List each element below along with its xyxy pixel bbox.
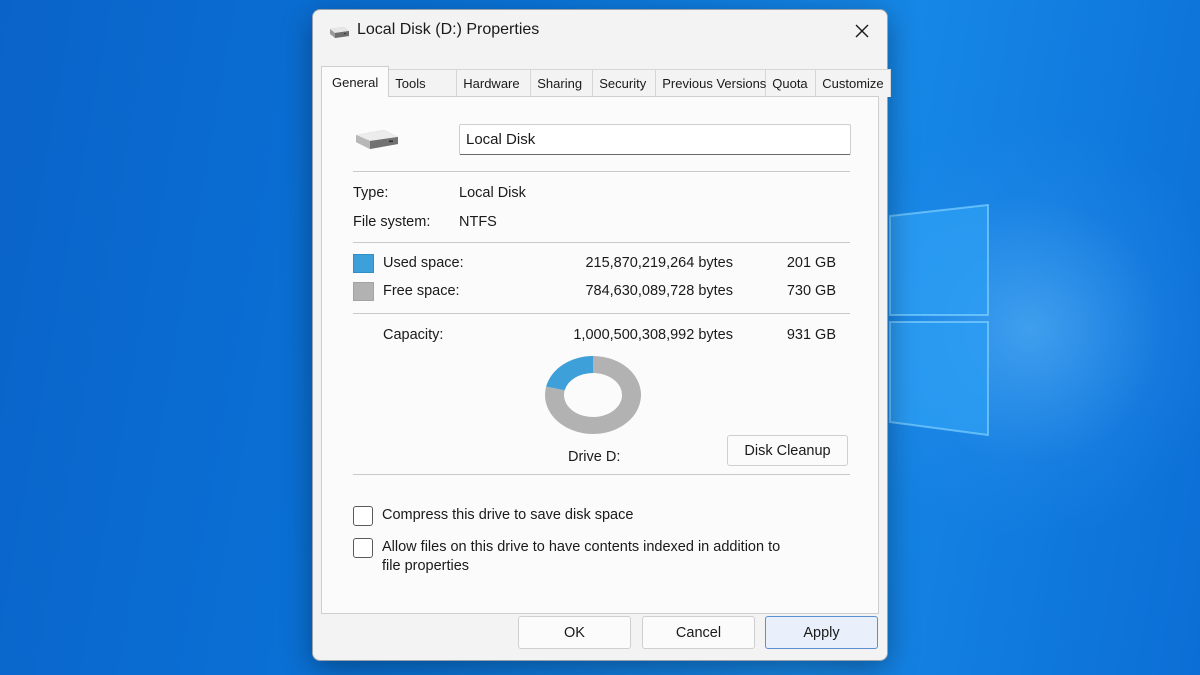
- free-space-swatch: [353, 282, 374, 301]
- capacity-label: Capacity:: [383, 327, 444, 343]
- divider: [353, 171, 850, 172]
- drive-icon: [330, 27, 349, 38]
- tab-general[interactable]: General: [321, 66, 390, 97]
- tab-previous-versions[interactable]: Previous Versions: [656, 69, 766, 97]
- tab-hardware[interactable]: Hardware: [457, 69, 532, 97]
- cancel-button[interactable]: Cancel: [642, 616, 755, 649]
- used-space-arc: [546, 356, 593, 391]
- free-space-gb: 730 GB: [786, 283, 836, 299]
- index-label-line1[interactable]: Allow files on this drive to have conten…: [382, 539, 780, 555]
- used-space-swatch: [353, 254, 374, 273]
- index-label-line2[interactable]: file properties: [382, 558, 469, 574]
- tab-customize[interactable]: Customize: [816, 69, 892, 97]
- usage-donut-chart: [545, 356, 641, 434]
- capacity-bytes: 1,000,500,308,992 bytes: [573, 327, 733, 343]
- title-bar[interactable]: Local Disk (D:) Properties: [313, 10, 887, 54]
- file-system-value: NTFS: [459, 214, 497, 230]
- compress-label[interactable]: Compress this drive to save disk space: [382, 507, 633, 523]
- divider: [353, 313, 850, 314]
- ok-button[interactable]: OK: [518, 616, 631, 649]
- close-icon: [855, 24, 869, 38]
- close-button[interactable]: [845, 16, 879, 46]
- capacity-gb: 931 GB: [786, 327, 836, 343]
- file-system-label: File system:: [353, 214, 431, 230]
- drive-icon: [356, 130, 398, 149]
- tab-sharing[interactable]: Sharing: [531, 69, 594, 97]
- divider: [353, 474, 850, 475]
- used-space-gb: 201 GB: [786, 255, 836, 271]
- type-label: Type:: [353, 185, 389, 201]
- drive-letter-label: Drive D:: [568, 449, 621, 465]
- free-space-bytes: 784,630,089,728 bytes: [585, 283, 733, 299]
- free-space-label: Free space:: [383, 283, 460, 299]
- index-checkbox[interactable]: [353, 538, 373, 558]
- windows-logo-icon: [889, 203, 989, 437]
- divider: [353, 242, 850, 243]
- drive-name-input[interactable]: [459, 124, 851, 155]
- tab-quota[interactable]: Quota: [766, 69, 817, 97]
- disk-cleanup-button[interactable]: Disk Cleanup: [727, 435, 848, 466]
- compress-checkbox[interactable]: [353, 506, 373, 526]
- window-title: Local Disk (D:) Properties: [357, 21, 540, 38]
- tab-security[interactable]: Security: [593, 69, 657, 97]
- type-value: Local Disk: [459, 185, 526, 201]
- properties-dialog: Local Disk (D:) Properties General Tools…: [312, 9, 892, 661]
- used-space-bytes: 215,870,219,264 bytes: [585, 255, 733, 271]
- tab-tools[interactable]: Tools: [389, 69, 458, 97]
- general-panel: Type: Local Disk File system: NTFS Used …: [321, 96, 879, 614]
- used-space-label: Used space:: [383, 255, 464, 271]
- apply-button[interactable]: Apply: [765, 616, 878, 649]
- tab-strip: General Tools Hardware Sharing Security …: [321, 66, 892, 97]
